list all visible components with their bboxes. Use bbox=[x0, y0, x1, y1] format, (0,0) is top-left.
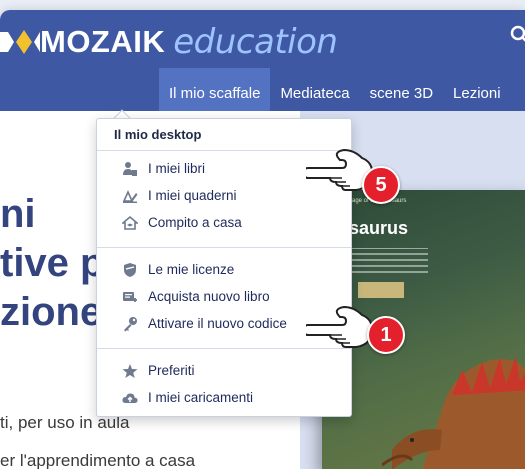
menu-item-label: I miei libri bbox=[148, 161, 206, 176]
cart-book-icon bbox=[123, 291, 137, 302]
shield-icon bbox=[124, 262, 136, 277]
menu-item-label: Acquista nuovo libro bbox=[148, 289, 270, 304]
hero-heading: ni tive p zione bbox=[0, 190, 104, 337]
menu-item-label: Le mie licenze bbox=[148, 262, 235, 277]
top-header: MOZAIK education Il mio scaffale Mediate… bbox=[0, 10, 525, 118]
notebook-pen-icon bbox=[122, 189, 138, 203]
hero-line: tive p bbox=[0, 241, 105, 285]
menu-item-label: I miei caricamenti bbox=[148, 390, 254, 405]
logo-mark-icon bbox=[0, 26, 40, 58]
hero-line: zione bbox=[0, 290, 103, 334]
brand-name-bold: MOZAIK bbox=[40, 24, 166, 59]
pointing-hand-icon bbox=[306, 305, 374, 348]
menu-item-label: Attivare il nuovo codice bbox=[148, 316, 287, 331]
dinosaur-illustration bbox=[382, 356, 525, 469]
dropdown-header: Il mio desktop bbox=[97, 119, 351, 151]
menu-item-i-miei-caricamenti[interactable]: I miei caricamenti bbox=[97, 384, 351, 411]
user-book-icon bbox=[123, 161, 137, 176]
menu-divider bbox=[97, 247, 351, 248]
menu-item-label: I miei quaderni bbox=[148, 188, 237, 203]
search-icon[interactable] bbox=[509, 24, 525, 46]
menu-item-le-mie-licenze[interactable]: Le mie licenze bbox=[97, 256, 351, 283]
menu-item-compito-a-casa[interactable]: Compito a casa bbox=[97, 209, 351, 236]
hero-line: ni bbox=[0, 192, 36, 236]
house-cap-icon bbox=[122, 215, 138, 230]
brand-name-light: education bbox=[173, 22, 338, 62]
brand-logo[interactable]: MOZAIK education bbox=[0, 22, 338, 62]
step-badge-5: 5 bbox=[362, 166, 400, 204]
cloud-upload-icon bbox=[122, 392, 138, 403]
subtext-line: er l'apprendimento a casa bbox=[0, 451, 196, 469]
key-icon bbox=[124, 316, 137, 331]
menu-item-label: Preferiti bbox=[148, 363, 195, 378]
book-label-box bbox=[358, 282, 404, 298]
step-badge-1: 1 bbox=[367, 316, 405, 354]
star-icon bbox=[122, 363, 138, 378]
screenshot-stage: MOZAIK education Il mio scaffale Mediate… bbox=[0, 0, 525, 469]
menu-item-preferiti[interactable]: Preferiti bbox=[97, 357, 351, 384]
menu-item-label: Compito a casa bbox=[148, 215, 242, 230]
